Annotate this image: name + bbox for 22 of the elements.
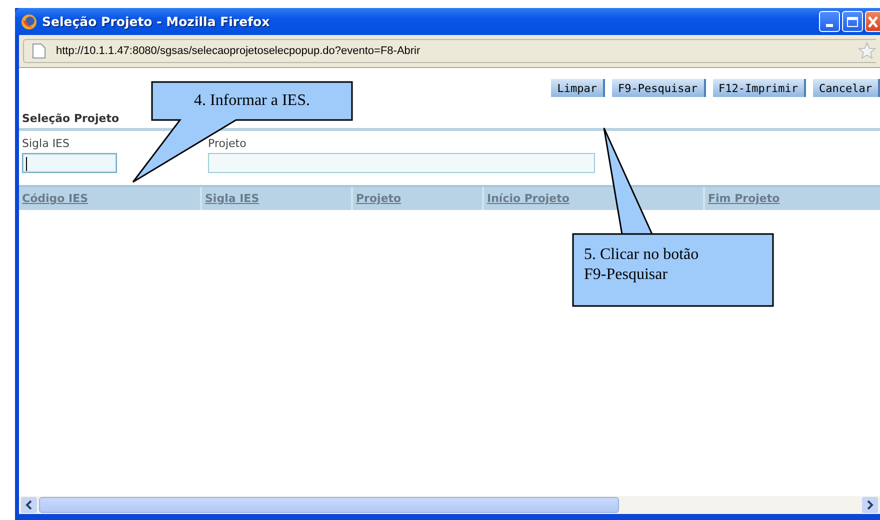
scroll-thumb[interactable] — [39, 497, 619, 513]
input-field[interactable] — [22, 153, 117, 173]
url-text: http://10.1.1.47:8080/sgsas/selecaoprojetoselecpopup.do?evento=F8-Abrir — [56, 45, 420, 57]
scroll-left-icon[interactable] — [21, 497, 37, 513]
window-title: Seleção Projeto - Mozilla Firefox — [42, 14, 270, 29]
browser-logo-icon — [21, 14, 37, 30]
toolbar-button[interactable]: F9-Pesquisar — [612, 79, 706, 97]
field-label: Projeto — [208, 137, 248, 150]
address-field[interactable]: http://10.1.1.47:8080/sgsas/selecaoprojetoselecpopup.do?evento=F8-Abrir — [23, 39, 876, 63]
close-button[interactable] — [865, 11, 880, 32]
input-field[interactable] — [208, 153, 595, 173]
star-icon[interactable] — [858, 42, 876, 60]
maximize-button[interactable] — [842, 11, 863, 32]
field-label: Sigla IES — [22, 137, 70, 150]
toolbar-button[interactable]: Limpar — [551, 79, 606, 97]
minimize-button[interactable] — [819, 11, 840, 32]
scroll-right-icon[interactable] — [862, 497, 878, 513]
callout-text: 4. Informar a IES. — [193, 91, 311, 111]
page-icon — [32, 43, 46, 59]
callout-text: 5. Clicar no botão F9-Pesquisar — [583, 245, 700, 285]
toolbar-button[interactable]: F12-Imprimir — [712, 79, 806, 97]
toolbar-button[interactable]: Cancelar — [813, 79, 880, 97]
